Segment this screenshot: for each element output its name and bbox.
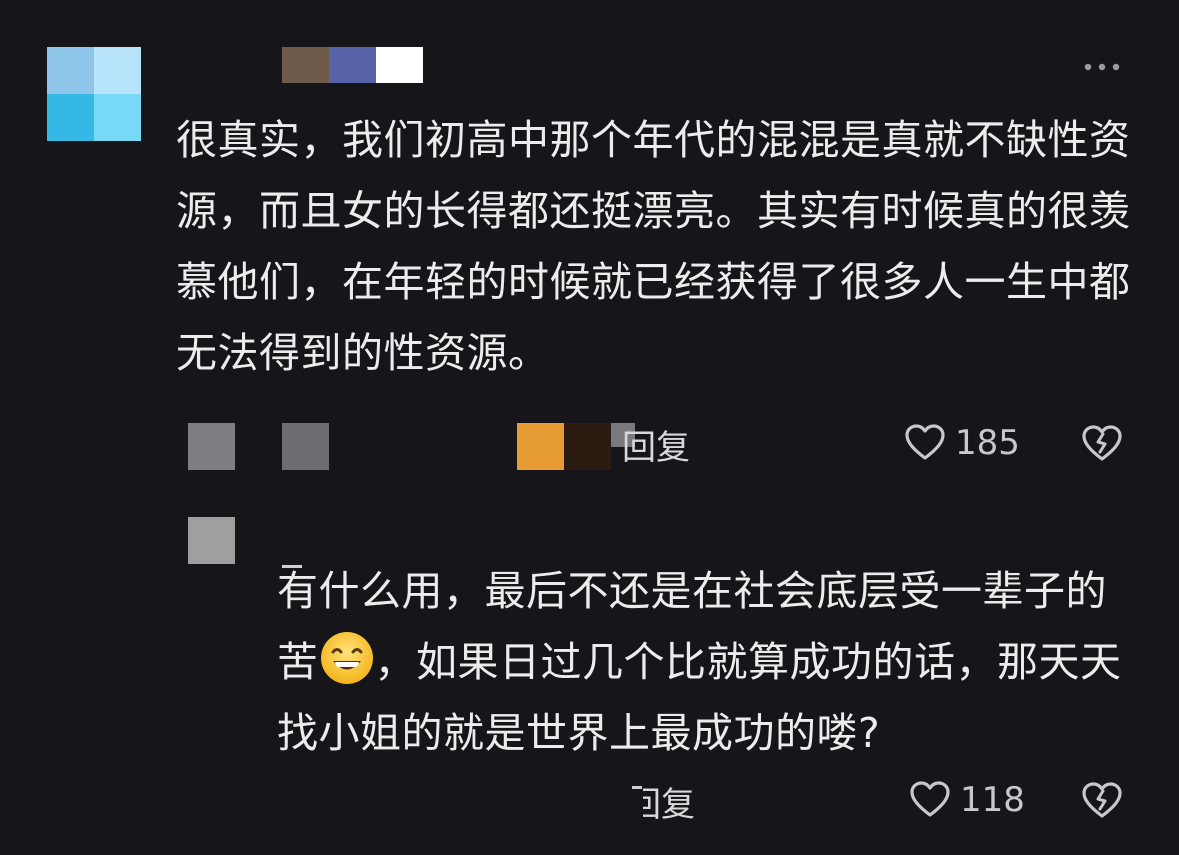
- avatar-mosaic-tile: [47, 94, 94, 141]
- reply-text-part: ，如果日过几个比就算成功的话，那天天找小姐的就是世界上最成功的喽?: [277, 638, 1122, 757]
- like-count: 118: [960, 780, 1025, 820]
- avatar-mosaic-tile: [94, 47, 141, 94]
- avatar-mosaic-tile: [94, 94, 141, 141]
- grinning-face-icon: [320, 632, 373, 684]
- reply-text: 有什么用，最后不还是在社会底层受一辈子的苦 ，如果日过几个比就算成功的话，那天天…: [277, 556, 1137, 769]
- location-redacted: [282, 423, 329, 470]
- reply-label: 回复: [643, 785, 695, 825]
- like-count: 185: [955, 423, 1020, 463]
- heart-icon: [910, 781, 950, 817]
- more-options-button[interactable]: [1080, 52, 1124, 82]
- redacted-block: [517, 423, 611, 470]
- like-button[interactable]: 185: [903, 421, 1020, 465]
- reply-button[interactable]: 回复: [643, 777, 695, 826]
- redacted-tile: [632, 786, 642, 789]
- ellipsis-icon: [1084, 63, 1120, 71]
- reply-button[interactable]: 回复: [622, 420, 690, 469]
- dislike-button[interactable]: [1080, 421, 1124, 465]
- username-mosaic-tile: [329, 47, 376, 83]
- avatar-mosaic-tile: [47, 47, 94, 94]
- comment-text: 很真实，我们初高中那个年代的混混是真就不缺性资源，而且女的长得都还挺漂亮。其实有…: [176, 116, 1131, 377]
- like-button[interactable]: 118: [908, 778, 1025, 822]
- timestamp-redacted: [188, 423, 235, 470]
- broken-heart-icon: [1082, 425, 1122, 461]
- redacted-tile: [517, 423, 564, 470]
- dislike-button[interactable]: [1080, 778, 1124, 822]
- username-mosaic-tile: [282, 47, 329, 83]
- username-mosaic-tile: [376, 47, 423, 83]
- broken-heart-icon: [1082, 782, 1122, 818]
- reply-avatar[interactable]: [188, 517, 235, 564]
- heart-icon: [905, 424, 945, 460]
- redacted-tile: [564, 423, 611, 470]
- avatar[interactable]: [47, 47, 141, 141]
- username[interactable]: [282, 47, 423, 83]
